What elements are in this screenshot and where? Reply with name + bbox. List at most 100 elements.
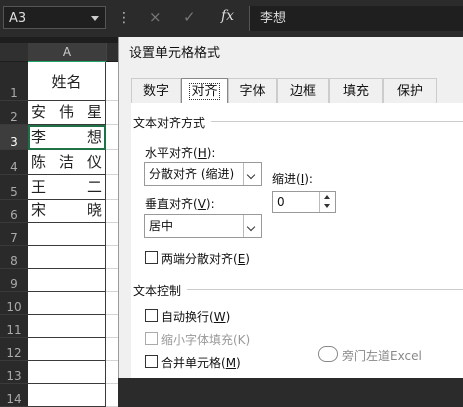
row-headers: 1 2 3 4 5 6 7 8 9 10 11 12 13 14	[0, 62, 28, 407]
row-header-12[interactable]: 12	[0, 338, 28, 361]
cell-text: 陈洁仪	[31, 151, 102, 172]
cell-b5[interactable]	[106, 175, 118, 200]
cell-a2[interactable]: 安伟星	[28, 101, 106, 125]
shrink-to-fit-checkbox[interactable]	[145, 332, 158, 345]
row-number: 8	[10, 254, 18, 268]
insert-function-icon[interactable]: fx	[221, 8, 234, 24]
cell-b2[interactable]	[106, 101, 118, 125]
cell-b1[interactable]	[106, 62, 118, 101]
sheet-row	[28, 315, 118, 338]
cancel-icon[interactable]: ×	[149, 8, 162, 26]
alignment-panel: 文本对齐方式 水平对齐(H): 分散对齐 (缩进) 缩进(I): 0 垂直对齐(…	[131, 103, 463, 378]
text-alignment-section-label: 文本对齐方式	[133, 114, 212, 131]
row-header-6[interactable]: 6	[0, 200, 28, 223]
justify-distributed-checkbox[interactable]	[145, 251, 158, 264]
cell-a4[interactable]: 陈洁仪	[28, 150, 106, 175]
vertical-align-select[interactable]: 居中	[144, 214, 262, 238]
wrap-text-checkbox[interactable]	[145, 309, 158, 322]
cell-b4[interactable]	[106, 150, 118, 175]
sheet-row	[28, 384, 118, 407]
cell-char: 仪	[86, 153, 102, 171]
cell-a13[interactable]	[28, 361, 106, 384]
cell-b6[interactable]	[106, 200, 118, 223]
tab-2[interactable]: 字体	[228, 78, 277, 103]
row-header-2[interactable]: 2	[0, 101, 28, 125]
tab-0[interactable]: 数字	[131, 78, 181, 103]
cells-column-a: 姓名安伟星李想陈洁仪王二宋晓	[28, 62, 118, 407]
merge-cells-checkbox[interactable]	[145, 355, 158, 368]
cell-a12[interactable]	[28, 338, 106, 361]
row-number: 4	[10, 160, 18, 174]
row-number: 14	[6, 392, 22, 406]
spin-up-icon[interactable]	[324, 195, 330, 199]
horizontal-align-label: 水平对齐(H):	[145, 146, 216, 160]
row-header-14[interactable]: 14	[0, 384, 28, 407]
horizontal-align-value: 分散对齐 (缩进)	[149, 167, 235, 181]
row-header-5[interactable]: 5	[0, 175, 28, 200]
more-options-icon[interactable]: ⋮	[117, 9, 131, 27]
cell-b7[interactable]	[106, 223, 118, 246]
row-header-3[interactable]: 3	[0, 125, 28, 150]
tab-1[interactable]: 对齐	[181, 78, 228, 104]
cell-b10[interactable]	[106, 292, 118, 315]
cell-text: 李想	[31, 126, 102, 147]
row-header-4[interactable]: 4	[0, 150, 28, 175]
cell-a6[interactable]: 宋晓	[28, 200, 106, 223]
cell-b12[interactable]	[106, 338, 118, 361]
indent-spinner[interactable]: 0	[272, 191, 336, 213]
sheet-row	[28, 223, 118, 246]
cell-text: 安伟星	[31, 101, 102, 122]
name-box-value: A3	[9, 11, 27, 26]
row-number: 13	[6, 369, 22, 383]
tab-4[interactable]: 填充	[329, 78, 383, 103]
row-header-10[interactable]: 10	[0, 292, 28, 315]
cell-b9[interactable]	[106, 269, 118, 292]
column-header-a[interactable]: A	[28, 43, 106, 63]
cell-a8[interactable]	[28, 246, 106, 269]
tab-label: 填充	[342, 84, 369, 99]
cell-a7[interactable]	[28, 223, 106, 246]
row-header-8[interactable]: 8	[0, 246, 28, 269]
cell-a9[interactable]	[28, 269, 106, 292]
cell-a1[interactable]: 姓名	[28, 62, 106, 101]
cell-b8[interactable]	[106, 246, 118, 269]
cell-a11[interactable]	[28, 315, 106, 338]
chevron-down-icon[interactable]	[243, 163, 261, 185]
horizontal-align-select[interactable]: 分散对齐 (缩进)	[144, 162, 262, 186]
name-box[interactable]: A3	[3, 6, 106, 29]
cell-a10[interactable]	[28, 292, 106, 315]
tab-3[interactable]: 边框	[277, 78, 329, 103]
row-number: 3	[10, 135, 18, 149]
tab-label: 字体	[239, 84, 266, 99]
row-number: 5	[10, 185, 18, 199]
spinner-buttons[interactable]	[319, 192, 335, 212]
tab-5[interactable]: 保护	[383, 78, 437, 103]
select-all-corner[interactable]	[0, 43, 29, 61]
cell-a3[interactable]: 李想	[28, 125, 106, 150]
formula-input[interactable]: 李想	[249, 6, 463, 31]
chevron-down-icon[interactable]	[243, 215, 261, 237]
row-header-11[interactable]: 11	[0, 315, 28, 338]
cell-b3[interactable]	[106, 125, 118, 150]
cell-char: 李	[31, 128, 47, 146]
cell-a5[interactable]: 王二	[28, 175, 106, 200]
cell-text: 宋晓	[31, 199, 102, 220]
row-number: 10	[6, 300, 22, 314]
dialog-tabs: 数字 对齐 字体 边框 填充 保护	[131, 78, 463, 104]
sheet-row	[28, 292, 118, 315]
cell-a14[interactable]	[28, 384, 106, 407]
row-header-1[interactable]: 1	[0, 62, 28, 101]
justify-distributed-label: 两端分散对齐(E)	[161, 252, 250, 266]
row-header-7[interactable]: 7	[0, 223, 28, 246]
cell-char: 王	[31, 178, 47, 196]
check-icon[interactable]: ✓	[183, 8, 196, 26]
row-header-13[interactable]: 13	[0, 361, 28, 384]
cell-b13[interactable]	[106, 361, 118, 384]
row-header-9[interactable]: 9	[0, 269, 28, 292]
cell-b14[interactable]	[106, 384, 118, 407]
indent-value: 0	[277, 195, 285, 209]
tab-label: 对齐	[189, 83, 220, 100]
spin-down-icon[interactable]	[324, 204, 330, 208]
chevron-down-icon[interactable]	[91, 16, 99, 21]
cell-b11[interactable]	[106, 315, 118, 338]
